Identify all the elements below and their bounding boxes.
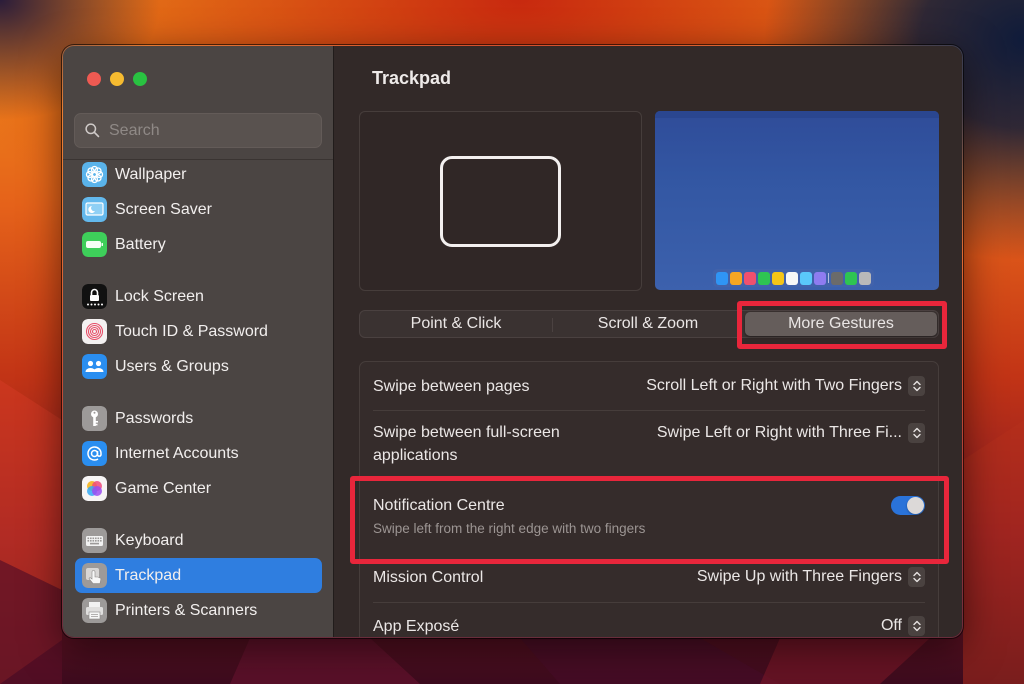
screen-saver-icon [82, 197, 107, 222]
sidebar-item-wallpaper[interactable]: Wallpaper [75, 157, 322, 192]
lock-icon [82, 284, 107, 309]
trackpad-icon [82, 563, 107, 588]
sidebar-item-keyboard[interactable]: Keyboard [75, 523, 322, 558]
game-center-icon [82, 476, 107, 501]
popup-value: Scroll Left or Right with Two Fingers [646, 377, 902, 394]
printer-icon [82, 598, 107, 623]
tab-point-click[interactable]: Point & Click [360, 311, 552, 337]
dock-app-icon [845, 271, 857, 285]
dock-app-icon [772, 271, 784, 285]
preview-menubar [655, 111, 939, 118]
dock-separator [828, 273, 829, 283]
sidebar-item-label: Wallpaper [115, 165, 187, 183]
sidebar-item-label: Screen Saver [115, 200, 212, 218]
sidebar-item-label: Battery [115, 235, 166, 253]
sidebar-item-label: Internet Accounts [115, 444, 239, 462]
sidebar-item-label: Passwords [115, 409, 194, 427]
search-input[interactable] [109, 121, 309, 140]
setting-row-notification-centre: Notification Centre Swipe left from the … [360, 484, 938, 556]
sidebar-item-battery[interactable]: Battery [75, 227, 322, 262]
search-field[interactable] [74, 113, 322, 148]
gesture-preview [359, 111, 642, 291]
at-sign-icon [82, 441, 107, 466]
setting-row-app-expose: App Exposé Off [360, 605, 938, 637]
preview-dock [713, 269, 874, 287]
setting-label: Swipe between full-screen applications [373, 421, 560, 467]
fingerprint-icon [82, 319, 107, 344]
setting-row-swipe-pages: Swipe between pages Scroll Left or Right… [360, 362, 938, 410]
zoom-button[interactable] [133, 72, 147, 86]
swipe-pages-popup[interactable]: Scroll Left or Right with Two Fingers [646, 376, 925, 396]
setting-label-line1: Swipe between full-screen [373, 424, 560, 441]
mission-control-popup[interactable]: Swipe Up with Three Fingers [697, 567, 925, 587]
setting-label: Notification Centre [373, 497, 505, 514]
sidebar-item-label: Keyboard [115, 531, 184, 549]
tab-more-gestures[interactable]: More Gestures [745, 312, 937, 336]
toggle-knob [907, 497, 924, 514]
dock-app-icon [859, 271, 871, 285]
setting-label-line2: applications [373, 447, 458, 464]
users-icon [82, 354, 107, 379]
dock-app-icon [730, 271, 742, 285]
swipe-fullscreen-popup[interactable]: Swipe Left or Right with Three Fi... [657, 423, 925, 443]
desktop-preview [655, 111, 939, 290]
sidebar-item-internet-accounts[interactable]: Internet Accounts [75, 436, 322, 471]
sidebar-item-label: Users & Groups [115, 357, 229, 375]
dock-app-icon [744, 271, 756, 285]
tab-scroll-zoom[interactable]: Scroll & Zoom [552, 311, 744, 337]
setting-row-mission-control: Mission Control Swipe Up with Three Fing… [360, 556, 938, 598]
sidebar-item-label: Lock Screen [115, 287, 204, 305]
notification-centre-toggle[interactable] [891, 496, 925, 515]
popup-value: Swipe Left or Right with Three Fi... [656, 424, 902, 441]
sidebar-item-users-groups[interactable]: Users & Groups [75, 349, 322, 384]
sidebar-item-game-center[interactable]: Game Center [75, 471, 322, 506]
sidebar-item-trackpad[interactable]: Trackpad [75, 558, 322, 593]
wallpaper-icon [82, 162, 107, 187]
dock-app-icon [758, 271, 770, 285]
sidebar-item-label: Printers & Scanners [115, 601, 258, 619]
dock-app-icon [831, 271, 843, 285]
setting-label: Mission Control [373, 568, 484, 586]
sidebar: Wallpaper Screen Saver Battery [63, 46, 334, 637]
popup-value: Swipe Up with Three Fingers [696, 568, 902, 585]
setting-text: Notification Centre Swipe left from the … [373, 494, 645, 536]
sidebar-item-label: Game Center [115, 479, 212, 497]
tab-bar: Point & Click Scroll & Zoom More Gesture… [359, 310, 939, 338]
chevron-updown-icon [908, 567, 925, 587]
sidebar-item-passwords[interactable]: Passwords [75, 401, 322, 436]
row-divider [373, 602, 925, 603]
settings-window: Wallpaper Screen Saver Battery [62, 45, 963, 638]
window-controls [87, 72, 147, 86]
sidebar-item-label: Trackpad [115, 566, 182, 584]
dock-app-icon [814, 271, 826, 285]
main-content: Trackpad Point & Click Scroll & Zoom Mor… [334, 46, 962, 637]
key-icon [82, 406, 107, 431]
trackpad-illustration [440, 156, 561, 247]
chevron-updown-icon [908, 616, 925, 636]
minimize-button[interactable] [110, 72, 124, 86]
setting-label: Swipe between pages [373, 377, 530, 395]
dock-app-icon [800, 271, 812, 285]
sidebar-item-screen-saver[interactable]: Screen Saver [75, 192, 322, 227]
chevron-updown-icon [908, 423, 925, 443]
keyboard-icon [82, 528, 107, 553]
sidebar-item-label: Touch ID & Password [115, 322, 268, 340]
setting-description: Swipe left from the right edge with two … [373, 521, 646, 536]
sidebar-item-touch-id[interactable]: Touch ID & Password [75, 314, 322, 349]
dock-app-icon [716, 271, 728, 285]
dock-app-icon [786, 271, 798, 285]
sidebar-item-printers-scanners[interactable]: Printers & Scanners [75, 593, 322, 628]
close-button[interactable] [87, 72, 101, 86]
setting-label: App Exposé [373, 617, 460, 635]
app-expose-popup[interactable]: Off [881, 616, 925, 636]
popup-value: Off [880, 617, 902, 634]
gesture-settings-list: Swipe between pages Scroll Left or Right… [359, 361, 939, 637]
battery-icon [82, 232, 107, 257]
chevron-updown-icon [908, 376, 925, 396]
page-title: Trackpad [372, 68, 452, 88]
sidebar-item-lock-screen[interactable]: Lock Screen [75, 279, 322, 314]
setting-row-swipe-fullscreen: Swipe between full-screen applications S… [360, 411, 938, 477]
search-icon [85, 123, 100, 138]
